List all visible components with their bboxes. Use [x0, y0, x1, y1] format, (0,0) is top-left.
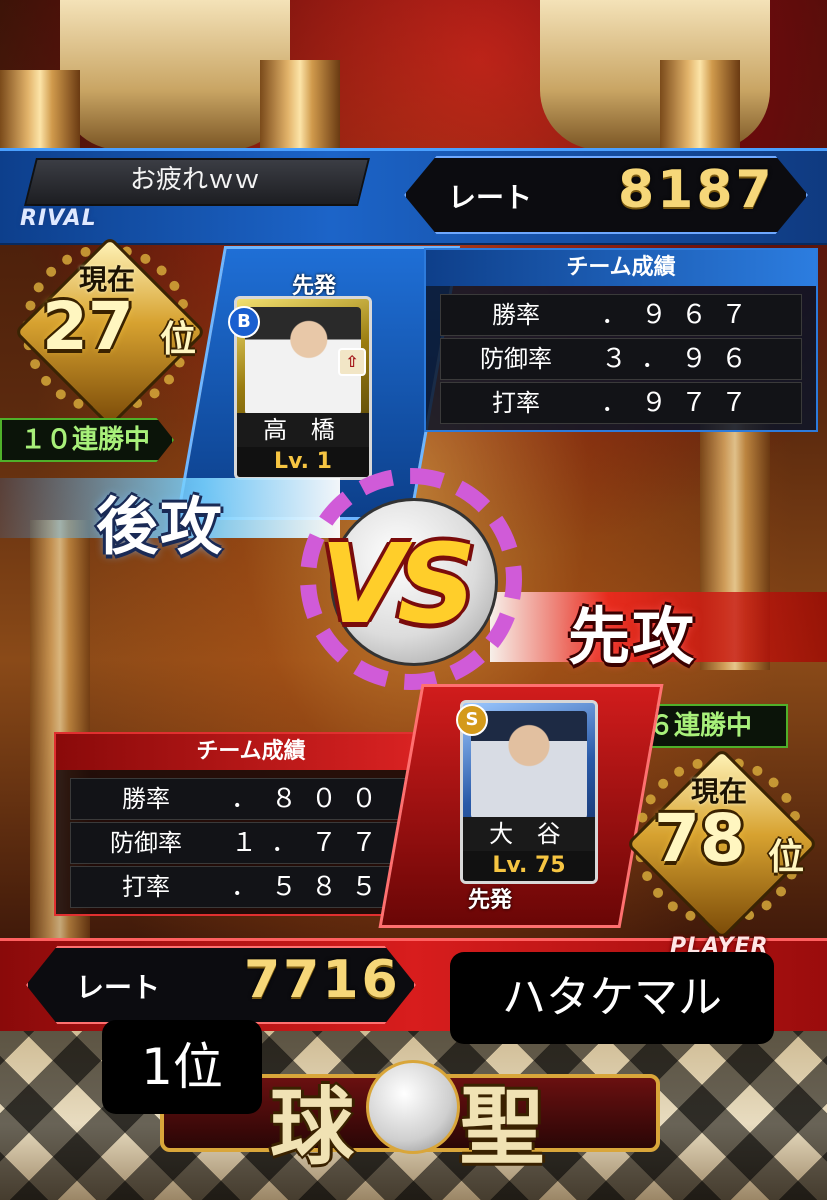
stat-row: 打率 ．９７７: [440, 382, 802, 424]
player-rank-number: 78: [654, 800, 746, 877]
rival-rate-label: レート: [448, 181, 533, 214]
player-rate-value: 7716: [244, 950, 401, 1010]
rival-stats-title: チーム成績: [426, 250, 816, 286]
title-rank: 1位: [141, 1038, 223, 1096]
stat-row: 打率 ．５８５: [70, 866, 432, 908]
rival-win-streak: １０連勝中: [0, 418, 175, 462]
player-rank-suffix: 位: [768, 837, 805, 878]
player-starter-label: 先発: [468, 888, 513, 913]
player-rank-medal: 現在 78 位: [625, 747, 819, 941]
rival-team-stats: チーム成績 勝率 ．９６７ 防御率 ３．９６ 打率 ．９７７: [424, 248, 818, 432]
emblem-left-char: 球: [270, 1078, 355, 1176]
rival-rate-value: 8187: [618, 160, 775, 220]
rarity-b-icon: B: [228, 306, 260, 338]
rival-name: お疲れｗｗ: [129, 165, 260, 195]
rival-rank-number: 27: [42, 288, 134, 365]
player-attack-order: 先攻: [568, 600, 697, 673]
stat-row: 勝率 ．８００: [70, 778, 432, 820]
player-name-label: ハタケマル: [450, 952, 774, 1044]
arch-left: [60, 0, 290, 150]
player-name: ハタケマル: [502, 972, 722, 1023]
up-arrow-icon: ⇧: [338, 348, 366, 376]
rarity-s-icon: S: [456, 704, 488, 736]
rival-rank-suffix: 位: [160, 319, 197, 360]
rival-tag: RIVAL: [20, 206, 97, 231]
stat-row: 防御率 １．７７: [70, 822, 432, 864]
player-card-level: Lv. 75: [463, 851, 595, 881]
pillar-top-left: [0, 70, 80, 150]
rival-attack-order: 後攻: [96, 490, 225, 563]
player-rate-label: レート: [76, 971, 161, 1004]
rival-card-name: 高 橋: [237, 413, 369, 447]
stat-row: 勝率 ．９６７: [440, 294, 802, 336]
baseball-icon: [366, 1060, 460, 1154]
pillar-top-mid-left: [260, 60, 340, 150]
player-portrait: [471, 711, 587, 819]
vs-label: VS: [320, 520, 476, 648]
player-card-name: 大 谷: [463, 817, 595, 851]
title-rank-label: 1位: [102, 1020, 262, 1114]
rival-card-level: Lv. 1: [237, 447, 369, 477]
pillar-top-right: [660, 60, 740, 150]
stat-row: 防御率 ３．９６: [440, 338, 802, 380]
player-stats-title: チーム成績: [56, 734, 446, 770]
emblem-right-char: 聖: [460, 1078, 545, 1176]
rival-rank-medal: 現在 27 位: [13, 235, 207, 429]
